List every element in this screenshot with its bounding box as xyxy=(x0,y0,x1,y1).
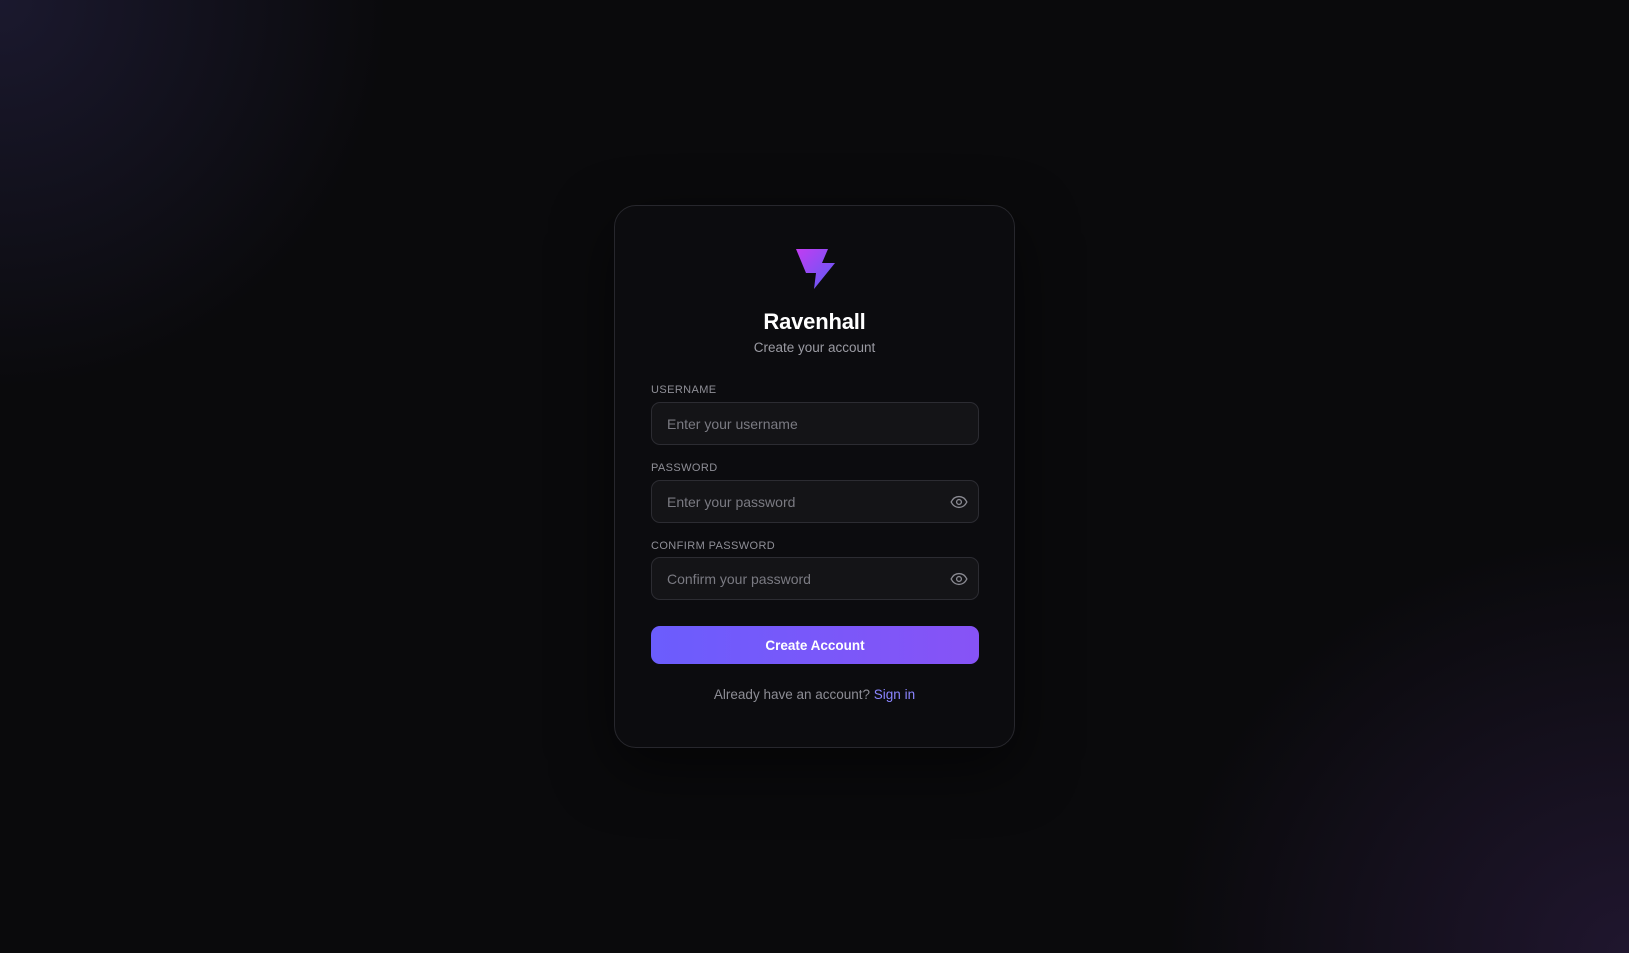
signin-prompt-text: Already have an account? xyxy=(713,687,871,702)
sign-in-link[interactable]: Sign in xyxy=(874,687,915,702)
confirm-password-input[interactable] xyxy=(652,558,978,599)
password-label: PASSWORD xyxy=(651,462,718,474)
eye-icon[interactable] xyxy=(950,570,968,588)
create-account-button[interactable]: Create Account xyxy=(651,626,979,664)
confirm-password-label: CONFIRM PASSWORD xyxy=(651,540,776,552)
confirm-password-field-container xyxy=(651,557,979,600)
signup-card: Ravenhall Create your account USERNAME P… xyxy=(614,205,1015,748)
eye-icon[interactable] xyxy=(950,493,968,511)
password-field-container xyxy=(651,480,979,523)
username-field-container xyxy=(651,402,979,445)
lightning-bolt-icon xyxy=(796,249,835,289)
username-label: USERNAME xyxy=(651,384,717,396)
brand-title: Ravenhall xyxy=(763,309,866,334)
username-input[interactable] xyxy=(652,403,978,444)
password-input[interactable] xyxy=(652,481,978,522)
signin-prompt: Already have an account? Sign in xyxy=(615,687,1014,702)
page-subtitle: Create your account xyxy=(753,340,876,355)
